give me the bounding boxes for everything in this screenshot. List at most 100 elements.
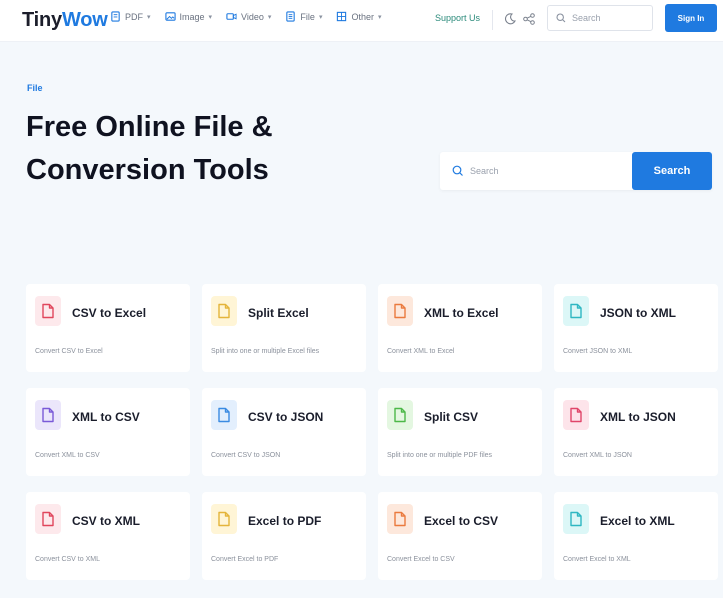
tool-card-title: CSV to JSON xyxy=(248,410,324,424)
tool-card-description: Convert Excel to XML xyxy=(563,556,631,563)
tool-card-title: XML to JSON xyxy=(600,410,676,424)
page-title-line-1: Free Online File & xyxy=(26,111,273,143)
file-icon xyxy=(570,511,582,527)
tool-card-description: Convert Excel to PDF xyxy=(211,556,279,563)
file-icon xyxy=(42,407,54,423)
header-search-field[interactable] xyxy=(547,5,653,31)
chevron-down-icon: ▾ xyxy=(318,13,323,21)
tool-card[interactable]: XML to CSV Convert XML to CSV xyxy=(26,388,190,476)
nav-item-other[interactable]: Other ▾ xyxy=(336,11,381,22)
tool-card[interactable]: XML to Excel Convert XML to Excel xyxy=(378,284,542,372)
other-icon xyxy=(337,11,347,22)
tool-icon-tile xyxy=(211,504,237,534)
tool-card[interactable]: JSON to XML Convert JSON to XML xyxy=(554,284,718,372)
tool-card[interactable]: CSV to JSON Convert CSV to JSON xyxy=(202,388,366,476)
tool-card[interactable]: CSV to Excel Convert CSV to Excel xyxy=(26,284,190,372)
file-icon xyxy=(42,511,54,527)
logo-text-tiny: Tiny xyxy=(22,9,62,31)
tool-icon-tile xyxy=(35,296,61,326)
file-icon xyxy=(570,407,582,423)
tool-card[interactable]: Split CSV Split into one or multiple PDF … xyxy=(378,388,542,476)
nav-item-image[interactable]: Image ▾ xyxy=(164,11,213,22)
tool-card[interactable]: Excel to XML Convert Excel to XML xyxy=(554,492,718,580)
page-title-line-2: Conversion Tools xyxy=(26,154,269,186)
tool-card-description: Convert XML to JSON xyxy=(563,452,632,459)
tool-card-title: JSON to XML xyxy=(600,306,677,320)
chevron-down-icon: ▾ xyxy=(147,13,151,21)
nav-item-file[interactable]: File ▾ xyxy=(285,11,322,22)
tool-icon-tile xyxy=(387,400,413,430)
file-icon xyxy=(218,407,230,423)
sign-in-button[interactable]: Sign In xyxy=(665,4,717,32)
file-icon xyxy=(394,407,406,423)
tool-card[interactable]: Excel to PDF Convert Excel to PDF xyxy=(202,492,366,580)
search-icon xyxy=(556,13,566,23)
nav-label-video: Video xyxy=(241,11,264,22)
tool-card-description: Convert XML to CSV xyxy=(35,452,100,459)
video-icon xyxy=(226,13,237,20)
logo-text-wow: Wow xyxy=(61,9,108,31)
tool-card-title: CSV to Excel xyxy=(72,306,147,320)
tool-card-description: Convert CSV to JSON xyxy=(211,452,281,459)
tool-icon-tile xyxy=(563,504,589,534)
image-icon xyxy=(164,12,176,21)
tool-icon-tile xyxy=(563,400,589,430)
tool-search-icon-wrap xyxy=(440,165,470,177)
tool-card-description: Split into one or multiple Excel files xyxy=(211,348,320,355)
page-title: Free Online File & Conversion Tools xyxy=(26,106,346,192)
header-search-input[interactable] xyxy=(572,13,652,23)
tool-card-description: Convert Excel to CSV xyxy=(387,556,455,563)
file-icon xyxy=(394,511,406,527)
tool-search-bar: Search xyxy=(440,152,712,190)
tool-card-title: CSV to XML xyxy=(72,514,140,528)
nav-item-pdf[interactable]: PDF ▾ xyxy=(110,11,151,22)
tool-icon-tile xyxy=(387,504,413,534)
breadcrumb[interactable]: File xyxy=(27,83,43,93)
tool-icon-tile xyxy=(211,296,237,326)
tool-card-title: XML to CSV xyxy=(72,410,140,424)
chevron-down-icon: ▾ xyxy=(267,13,272,21)
tool-card-description: Split into one or multiple PDF files xyxy=(387,452,493,459)
file-icon xyxy=(570,303,582,319)
main-nav: PDF ▾ Image ▾ Video ▾ File ▾ Other ▾ xyxy=(110,11,381,22)
file-icon xyxy=(42,303,54,319)
tool-icon-tile xyxy=(35,400,61,430)
tool-card-description: Convert JSON to XML xyxy=(563,348,633,355)
file-icon xyxy=(394,303,406,319)
tool-card[interactable]: Excel to CSV Convert Excel to CSV xyxy=(378,492,542,580)
tool-card-title: XML to Excel xyxy=(424,306,499,320)
tool-search-button[interactable]: Search xyxy=(632,152,712,190)
nav-item-video[interactable]: Video ▾ xyxy=(226,11,271,22)
tool-icon-tile xyxy=(387,296,413,326)
tool-card-title: Excel to CSV xyxy=(424,514,499,528)
tool-icon-tile xyxy=(211,400,237,430)
share-icon[interactable] xyxy=(522,12,536,26)
tool-card[interactable]: CSV to XML Convert CSV to XML xyxy=(26,492,190,580)
nav-label-pdf: PDF xyxy=(125,11,143,22)
tool-card-title: Excel to PDF xyxy=(248,514,322,528)
tool-card-description: Convert XML to Excel xyxy=(387,348,455,355)
tool-search-input[interactable] xyxy=(470,166,620,176)
nav-label-other: Other xyxy=(351,11,374,22)
dark-mode-toggle-icon[interactable] xyxy=(503,12,517,26)
nav-label-file: File xyxy=(300,11,315,22)
tool-icon-tile xyxy=(563,296,589,326)
search-icon xyxy=(452,165,463,176)
tinywow-logo[interactable]: TinyWow xyxy=(22,9,108,32)
tool-card[interactable]: XML to JSON Convert XML to JSON xyxy=(554,388,718,476)
support-us-link[interactable]: Support Us xyxy=(435,13,480,23)
top-navigation-bar: TinyWow PDF ▾ Image ▾ Video ▾ File ▾ Oth… xyxy=(0,0,723,42)
tool-card[interactable]: Split Excel Split into one or multiple Ex… xyxy=(202,284,366,372)
tool-card-description: Convert CSV to XML xyxy=(35,556,100,563)
pdf-icon xyxy=(111,11,120,22)
nav-label-image: Image xyxy=(179,11,205,22)
chevron-down-icon: ▾ xyxy=(377,13,382,21)
file-icon xyxy=(218,511,230,527)
tool-card-description: Convert CSV to Excel xyxy=(35,348,103,355)
chevron-down-icon: ▾ xyxy=(208,13,213,21)
file-icon xyxy=(218,303,230,319)
file-icon xyxy=(286,11,296,22)
tool-card-title: Split Excel xyxy=(248,306,309,320)
tool-card-title: Excel to XML xyxy=(600,514,675,528)
tool-card-title: Split CSV xyxy=(424,410,479,424)
